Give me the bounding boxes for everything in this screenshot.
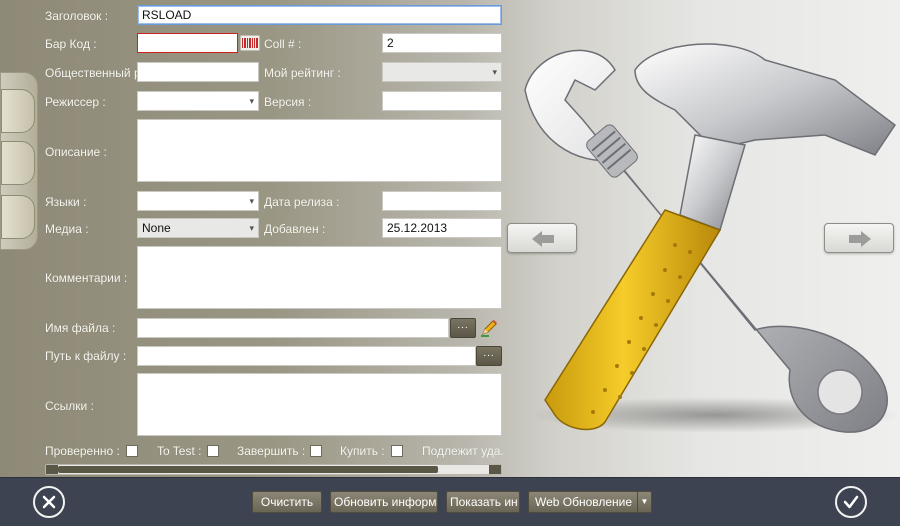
ok-button[interactable] [835,486,867,518]
media-label: Медиа : [45,222,89,236]
side-tab-strip [0,72,38,250]
verified-checkbox[interactable] [126,445,138,457]
filepath-browse-button[interactable]: ... [476,346,502,366]
checkmark-circle-icon [843,495,859,509]
left-arrow-icon [532,231,554,247]
side-tab-3[interactable] [1,195,35,239]
chevron-down-icon: ▾ [492,67,497,77]
links-textarea[interactable] [137,373,502,436]
comments-label: Комментарии : [45,271,128,285]
version-input[interactable] [382,91,502,111]
coll-label: Coll # : [264,37,302,51]
description-label: Описание : [45,145,107,159]
close-button[interactable] [33,486,65,518]
filename-label: Имя файла : [45,321,116,335]
scroll-right-button[interactable] [489,465,501,474]
verified-label: Проверенно : [45,444,120,458]
app-window: Заголовок : RSLOAD Бар Код : Coll # : 2 … [0,0,900,526]
release-input[interactable] [382,191,502,211]
added-input[interactable]: 25.12.2013 [382,218,502,238]
to-test-checkbox[interactable] [207,445,219,457]
comments-textarea[interactable] [137,246,502,309]
chevron-down-icon[interactable]: ▼ [637,492,651,512]
show-button[interactable]: Показать ин [446,491,520,513]
web-update-split-button[interactable]: Web Обновление ▼ [528,491,652,513]
barcode-label: Бар Код : [45,37,97,51]
next-button[interactable] [824,223,894,253]
filepath-input[interactable] [137,346,476,366]
filename-browse-button[interactable]: ... [450,318,476,338]
filename-input[interactable] [137,318,449,338]
side-tab-2[interactable] [1,141,35,185]
public-label: Общественный р [45,66,137,80]
right-arrow-icon [849,231,871,247]
release-label: Дата релиза : [264,195,340,209]
media-select[interactable]: None ▾ [137,218,259,238]
coll-input[interactable]: 2 [382,33,502,53]
media-value: None [142,221,171,235]
rating-label: Мой рейтинг : [264,66,341,80]
scroll-thumb[interactable] [58,466,438,473]
side-tab-1[interactable] [1,89,35,133]
buy-checkbox[interactable] [391,445,403,457]
title-input[interactable]: RSLOAD [137,5,502,25]
title-label: Заголовок : [45,9,109,23]
finish-checkbox[interactable] [310,445,322,457]
director-select[interactable]: ▾ [137,91,259,111]
buy-label: Купить : [340,444,385,458]
barcode-icon[interactable] [239,34,261,52]
links-label: Ссылки : [45,399,94,413]
web-update-label: Web Обновление [534,495,633,509]
public-input[interactable] [137,62,259,82]
chevron-down-icon: ▾ [249,96,254,106]
version-label: Версия : [264,95,312,109]
update-info-button[interactable]: Обновить информ [330,491,438,513]
languages-select[interactable]: ▾ [137,191,259,211]
languages-label: Языки : [45,195,87,209]
finish-label: Завершить : [237,444,306,458]
added-label: Добавлен : [264,222,326,236]
barcode-input[interactable] [137,33,238,53]
bottom-toolbar: Очистить Обновить информ Показать ин Web… [0,477,900,526]
filepath-label: Путь к файлу : [45,349,127,363]
chevron-down-icon: ▾ [249,196,254,206]
horizontal-scrollbar[interactable] [45,464,502,475]
scroll-left-button[interactable] [46,465,58,474]
close-circle-icon [42,495,56,509]
to-test-label: To Test : [157,444,202,458]
description-textarea[interactable] [137,119,502,182]
previous-button[interactable] [507,223,577,253]
clear-button[interactable]: Очистить [252,491,322,513]
rating-select[interactable]: ▾ [382,62,502,82]
delete-label: Подлежит уда. [422,444,503,458]
director-label: Режиссер : [45,95,106,109]
pencil-icon[interactable] [479,318,499,338]
chevron-down-icon: ▾ [249,223,254,233]
